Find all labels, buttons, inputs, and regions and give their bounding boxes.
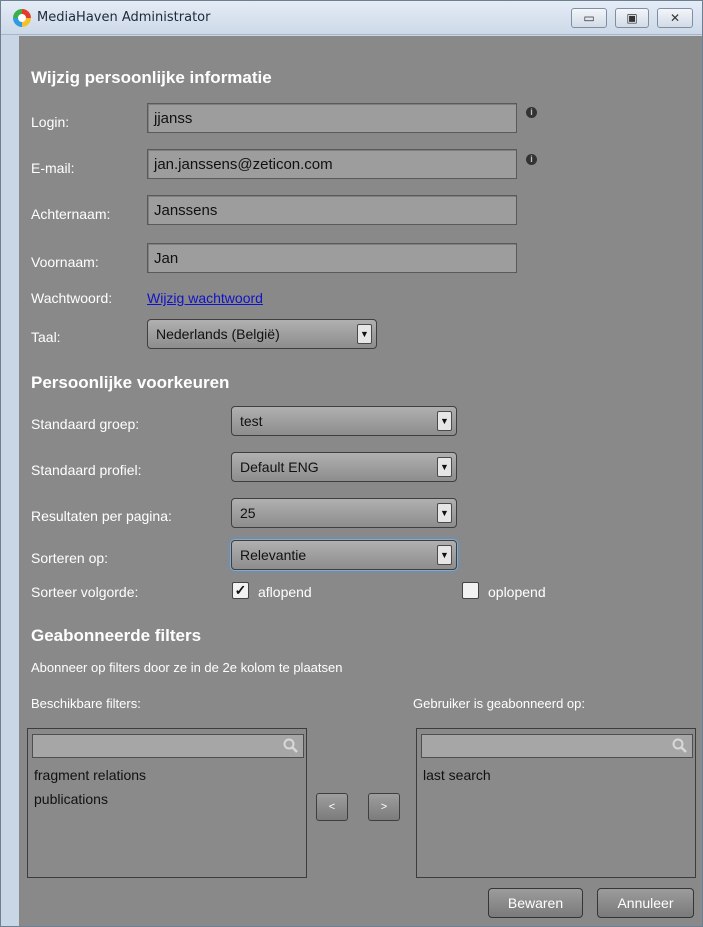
- search-icon: [672, 738, 687, 753]
- default-group-select[interactable]: test ▼: [231, 406, 457, 436]
- available-filters-list[interactable]: fragment relations publications: [27, 728, 307, 878]
- move-left-button[interactable]: <: [316, 793, 348, 821]
- language-value: Nederlands (België): [156, 326, 280, 342]
- ascending-label: oplopend: [488, 584, 546, 600]
- check-icon: ✓: [234, 582, 247, 598]
- default-group-value: test: [240, 413, 263, 429]
- descending-checkbox[interactable]: ✓: [232, 582, 249, 599]
- available-filters-label: Beschikbare filters:: [31, 696, 141, 711]
- subscribed-filters-list[interactable]: last search: [416, 728, 696, 878]
- available-filters-search-input[interactable]: [32, 734, 304, 758]
- descending-label: aflopend: [258, 584, 312, 600]
- cancel-button[interactable]: Annuleer: [597, 888, 694, 918]
- lastname-label: Achternaam:: [31, 206, 111, 222]
- sort-by-select[interactable]: Relevantie ▼: [231, 540, 457, 570]
- subscribed-filters-label: Gebruiker is geabonneerd op:: [413, 696, 586, 711]
- sort-by-value: Relevantie: [240, 547, 307, 563]
- email-field[interactable]: jan.janssens@zeticon.com: [147, 149, 517, 179]
- language-select[interactable]: Nederlands (België) ▼: [147, 319, 377, 349]
- filters-instruction: Abonneer op filters door ze in de 2e kol…: [31, 660, 343, 675]
- info-icon[interactable]: i: [526, 107, 537, 118]
- save-button[interactable]: Bewaren: [488, 888, 583, 918]
- minimize-button[interactable]: ▭: [571, 8, 607, 28]
- lastname-field[interactable]: Janssens: [147, 195, 517, 225]
- window-title: MediaHaven Administrator: [37, 10, 211, 25]
- section-title-personal: Wijzig persoonlijke informatie: [31, 68, 272, 87]
- dialog-content: Wijzig persoonlijke informatie Login: jj…: [19, 36, 702, 926]
- ascending-checkbox[interactable]: [462, 582, 479, 599]
- email-label: E-mail:: [31, 160, 75, 176]
- title-bar[interactable]: MediaHaven Administrator ▭ ▣ ✕: [1, 1, 702, 35]
- results-per-page-value: 25: [240, 505, 256, 521]
- login-label: Login:: [31, 114, 70, 130]
- dropdown-arrow-icon[interactable]: ▼: [437, 411, 452, 431]
- results-per-page-label: Resultaten per pagina:: [31, 508, 172, 524]
- dropdown-arrow-icon[interactable]: ▼: [357, 324, 372, 344]
- section-title-preferences: Persoonlijke voorkeuren: [31, 373, 230, 392]
- list-item[interactable]: last search: [423, 767, 491, 783]
- sort-by-label: Sorteren op:: [31, 550, 109, 566]
- password-label: Wachtwoord:: [31, 290, 113, 306]
- search-icon: [283, 738, 298, 753]
- move-right-button[interactable]: >: [368, 793, 400, 821]
- default-profile-label: Standaard profiel:: [31, 462, 142, 478]
- results-per-page-select[interactable]: 25 ▼: [231, 498, 457, 528]
- subscribed-filters-search-input[interactable]: [421, 734, 693, 758]
- app-window: MediaHaven Administrator ▭ ▣ ✕ Wijzig pe…: [0, 0, 703, 927]
- list-item[interactable]: publications: [34, 791, 108, 807]
- default-group-label: Standaard groep:: [31, 416, 140, 432]
- change-password-link[interactable]: Wijzig wachtwoord: [147, 290, 263, 306]
- firstname-field[interactable]: Jan: [147, 243, 517, 273]
- dropdown-arrow-icon[interactable]: ▼: [437, 457, 452, 477]
- firstname-label: Voornaam:: [31, 254, 99, 270]
- language-label: Taal:: [31, 329, 61, 345]
- sort-order-label: Sorteer volgorde:: [31, 584, 139, 600]
- app-logo-icon: [13, 9, 31, 27]
- maximize-button[interactable]: ▣: [615, 8, 649, 28]
- section-title-filters: Geabonneerde filters: [31, 626, 202, 645]
- dropdown-arrow-icon[interactable]: ▼: [437, 503, 452, 523]
- info-icon[interactable]: i: [526, 154, 537, 165]
- default-profile-select[interactable]: Default ENG ▼: [231, 452, 457, 482]
- list-item[interactable]: fragment relations: [34, 767, 146, 783]
- dropdown-arrow-icon[interactable]: ▼: [437, 545, 452, 565]
- close-button[interactable]: ✕: [657, 8, 693, 28]
- login-field[interactable]: jjanss: [147, 103, 517, 133]
- default-profile-value: Default ENG: [240, 459, 319, 475]
